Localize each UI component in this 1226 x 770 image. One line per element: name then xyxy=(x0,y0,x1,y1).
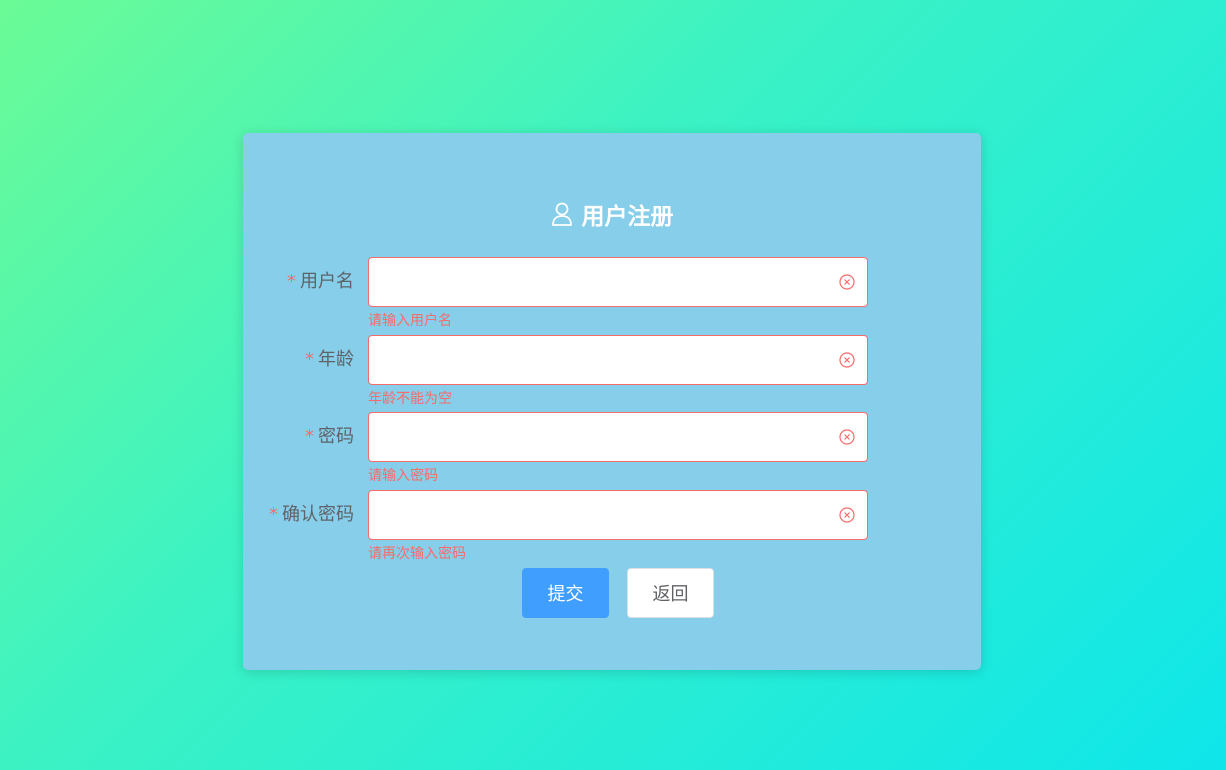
user-icon xyxy=(551,202,572,226)
password-error: 请输入密码 xyxy=(368,468,438,484)
username-label: * 用户名 xyxy=(287,257,354,307)
error-circle-icon[interactable] xyxy=(839,352,855,368)
password-row: * 密码 请输入密码 xyxy=(243,412,981,484)
password-label: * 密码 xyxy=(305,412,354,462)
required-mark: * xyxy=(305,426,314,447)
confirm-password-input[interactable] xyxy=(369,491,829,539)
register-card: 用户注册 * 用户名 请输入用户名 * 年龄 年龄不能为空 * 密码 请输入密码… xyxy=(243,133,981,670)
username-row: * 用户名 请输入用户名 xyxy=(243,257,981,329)
password-input[interactable] xyxy=(369,413,829,461)
error-circle-icon[interactable] xyxy=(839,507,855,523)
confirm-password-label-text: 确认密码 xyxy=(282,504,354,525)
age-field xyxy=(368,335,868,385)
confirm-password-row: * 确认密码 请再次输入密码 xyxy=(243,490,981,562)
username-label-text: 用户名 xyxy=(300,271,354,292)
age-label: * 年龄 xyxy=(305,335,354,385)
username-input[interactable] xyxy=(369,258,829,306)
submit-button[interactable]: 提交 xyxy=(522,568,609,618)
username-error: 请输入用户名 xyxy=(368,313,452,329)
form-title-text: 用户注册 xyxy=(581,204,674,230)
confirm-password-error: 请再次输入密码 xyxy=(368,546,466,562)
password-label-text: 密码 xyxy=(318,426,354,447)
form-title: 用户注册 xyxy=(243,199,981,230)
age-label-text: 年龄 xyxy=(318,349,354,370)
age-input[interactable] xyxy=(369,336,829,384)
age-error: 年龄不能为空 xyxy=(368,391,452,407)
back-button[interactable]: 返回 xyxy=(627,568,714,618)
required-mark: * xyxy=(305,349,314,370)
age-row: * 年龄 年龄不能为空 xyxy=(243,335,981,407)
username-field xyxy=(368,257,868,307)
error-circle-icon[interactable] xyxy=(839,429,855,445)
required-mark: * xyxy=(287,271,296,292)
error-circle-icon[interactable] xyxy=(839,274,855,290)
confirm-password-field xyxy=(368,490,868,540)
password-field xyxy=(368,412,868,462)
confirm-password-label: * 确认密码 xyxy=(269,490,354,540)
required-mark: * xyxy=(269,504,278,525)
